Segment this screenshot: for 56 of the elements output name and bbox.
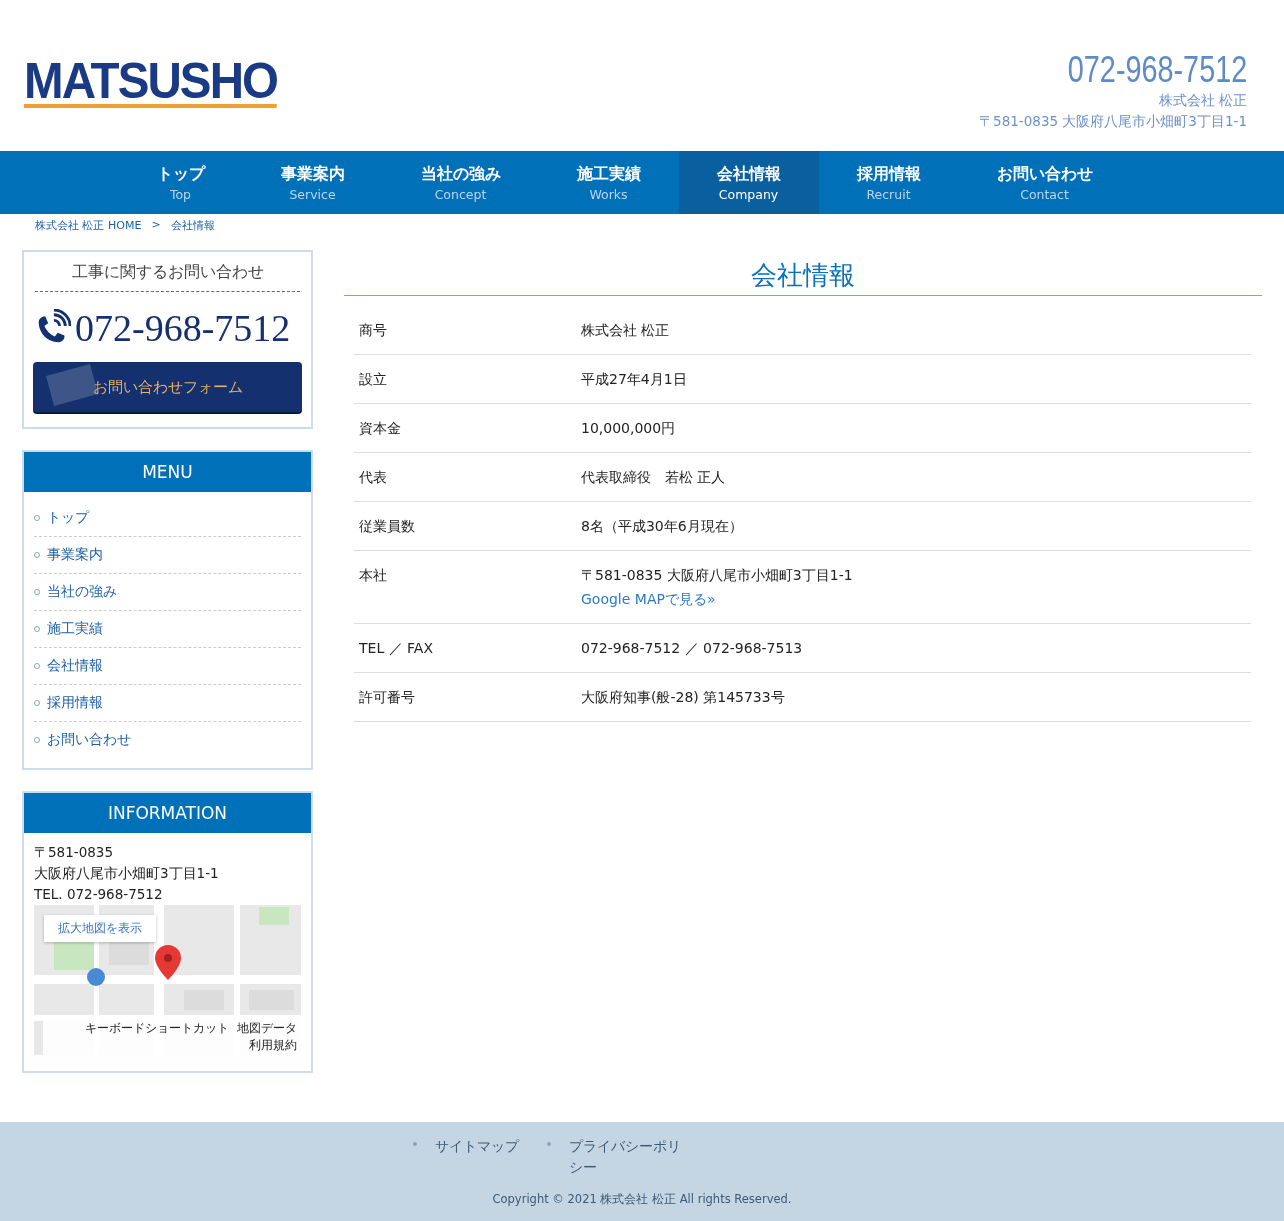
nav-item[interactable]: お問い合わせ Contact bbox=[958, 151, 1131, 214]
map-attribution-link[interactable]: キーボードショートカット bbox=[85, 1020, 229, 1037]
table-cell-text: 平成27年4月1日 bbox=[581, 370, 687, 389]
map-link[interactable]: Google MAPで見る» bbox=[581, 587, 853, 611]
menu-link[interactable]: お問い合わせ bbox=[47, 731, 131, 749]
table-cell-text: 代表取締役 若松 正人 bbox=[581, 468, 726, 487]
information-text: TEL. 072-968-7512 bbox=[34, 885, 164, 904]
menu-link[interactable]: 事業案内 bbox=[47, 546, 103, 564]
table-cell-text: 資本金 bbox=[358, 419, 402, 438]
menu-link[interactable]: トップ bbox=[47, 509, 89, 527]
table-cell-text: 株式会社 松正 bbox=[581, 321, 670, 340]
table-cell-text: 8名（平成30年6月現在） bbox=[581, 517, 743, 536]
nav-item[interactable]: 採用情報 Recruit bbox=[818, 151, 959, 214]
footer-link[interactable]: プライバシーポリシー bbox=[568, 1136, 685, 1178]
table-cell-text: 代表 bbox=[358, 468, 388, 487]
information-text: 〒581-0835 bbox=[34, 843, 114, 862]
menu-link[interactable]: 採用情報 bbox=[47, 694, 103, 712]
table-cell-text: 10,000,000円 bbox=[581, 419, 676, 438]
page-title: 会社情報 bbox=[344, 258, 1262, 296]
breadcrumb-link[interactable]: 会社情報 bbox=[170, 218, 215, 250]
larger-map-button[interactable]: 拡大地図を表示 bbox=[44, 915, 156, 942]
contact-title: 工事に関するお問い合わせ bbox=[35, 262, 300, 292]
nav-item[interactable]: トップ Top bbox=[118, 151, 243, 214]
table-cell-text: 商号 bbox=[358, 321, 388, 340]
table-cell-text: 本社 bbox=[358, 566, 388, 585]
bullet-icon bbox=[546, 1142, 551, 1146]
map-attribution-link[interactable]: 地図データ bbox=[237, 1020, 297, 1037]
header-company: 株式会社 松正 bbox=[1158, 91, 1247, 110]
nav-item[interactable]: 事業案内 Service bbox=[242, 151, 383, 214]
menu-link[interactable]: 当社の強み bbox=[47, 583, 117, 601]
contact-phone: 072-968-7512 bbox=[75, 306, 291, 350]
menu-link[interactable]: 施工実績 bbox=[47, 620, 103, 638]
table-cell-text: TEL ／ FAX bbox=[358, 639, 435, 658]
table-cell-text: 許可番号 bbox=[358, 688, 416, 707]
map-attribution-link[interactable]: 利用規約 bbox=[249, 1037, 297, 1054]
table-cell-text: 〒581-0835 大阪府八尾市小畑町3丁目1-1 bbox=[581, 566, 853, 585]
nav-item[interactable]: 会社情報 Company bbox=[678, 151, 819, 214]
copyright: Copyright © 2021 株式会社 松正 All rights Reserved. bbox=[492, 1192, 792, 1207]
breadcrumb-link[interactable]: 株式会社 松正 HOME bbox=[35, 218, 142, 250]
nav-item[interactable]: 当社の強み Concept bbox=[382, 151, 539, 214]
table-cell-text: 設立 bbox=[358, 370, 388, 389]
menu-link[interactable]: 会社情報 bbox=[47, 657, 103, 675]
header-phone: 072-968-7512 bbox=[1067, 50, 1247, 90]
table-cell-text: 072-968-7512 ／ 072-968-7513 bbox=[581, 639, 803, 658]
footer-link[interactable]: サイトマップ bbox=[434, 1136, 519, 1157]
bullet-icon bbox=[412, 1142, 417, 1146]
menu-heading: MENU bbox=[24, 452, 311, 492]
header-address: 〒581-0835 大阪府八尾市小畑町3丁目1-1 bbox=[979, 112, 1247, 131]
contact-form-button[interactable]: お問い合わせフォーム bbox=[33, 362, 302, 412]
breadcrumb-separator: > bbox=[151, 218, 161, 233]
information-text: 大阪府八尾市小畑町3丁目1-1 bbox=[34, 864, 220, 883]
company-logo[interactable]: MATSUSHO bbox=[24, 58, 278, 108]
information-heading: INFORMATION bbox=[24, 793, 311, 833]
table-cell-text: 大阪府知事(般-28) 第145733号 bbox=[581, 688, 785, 707]
table-cell-text: 従業員数 bbox=[358, 517, 416, 536]
nav-item[interactable]: 施工実績 Works bbox=[538, 151, 679, 214]
